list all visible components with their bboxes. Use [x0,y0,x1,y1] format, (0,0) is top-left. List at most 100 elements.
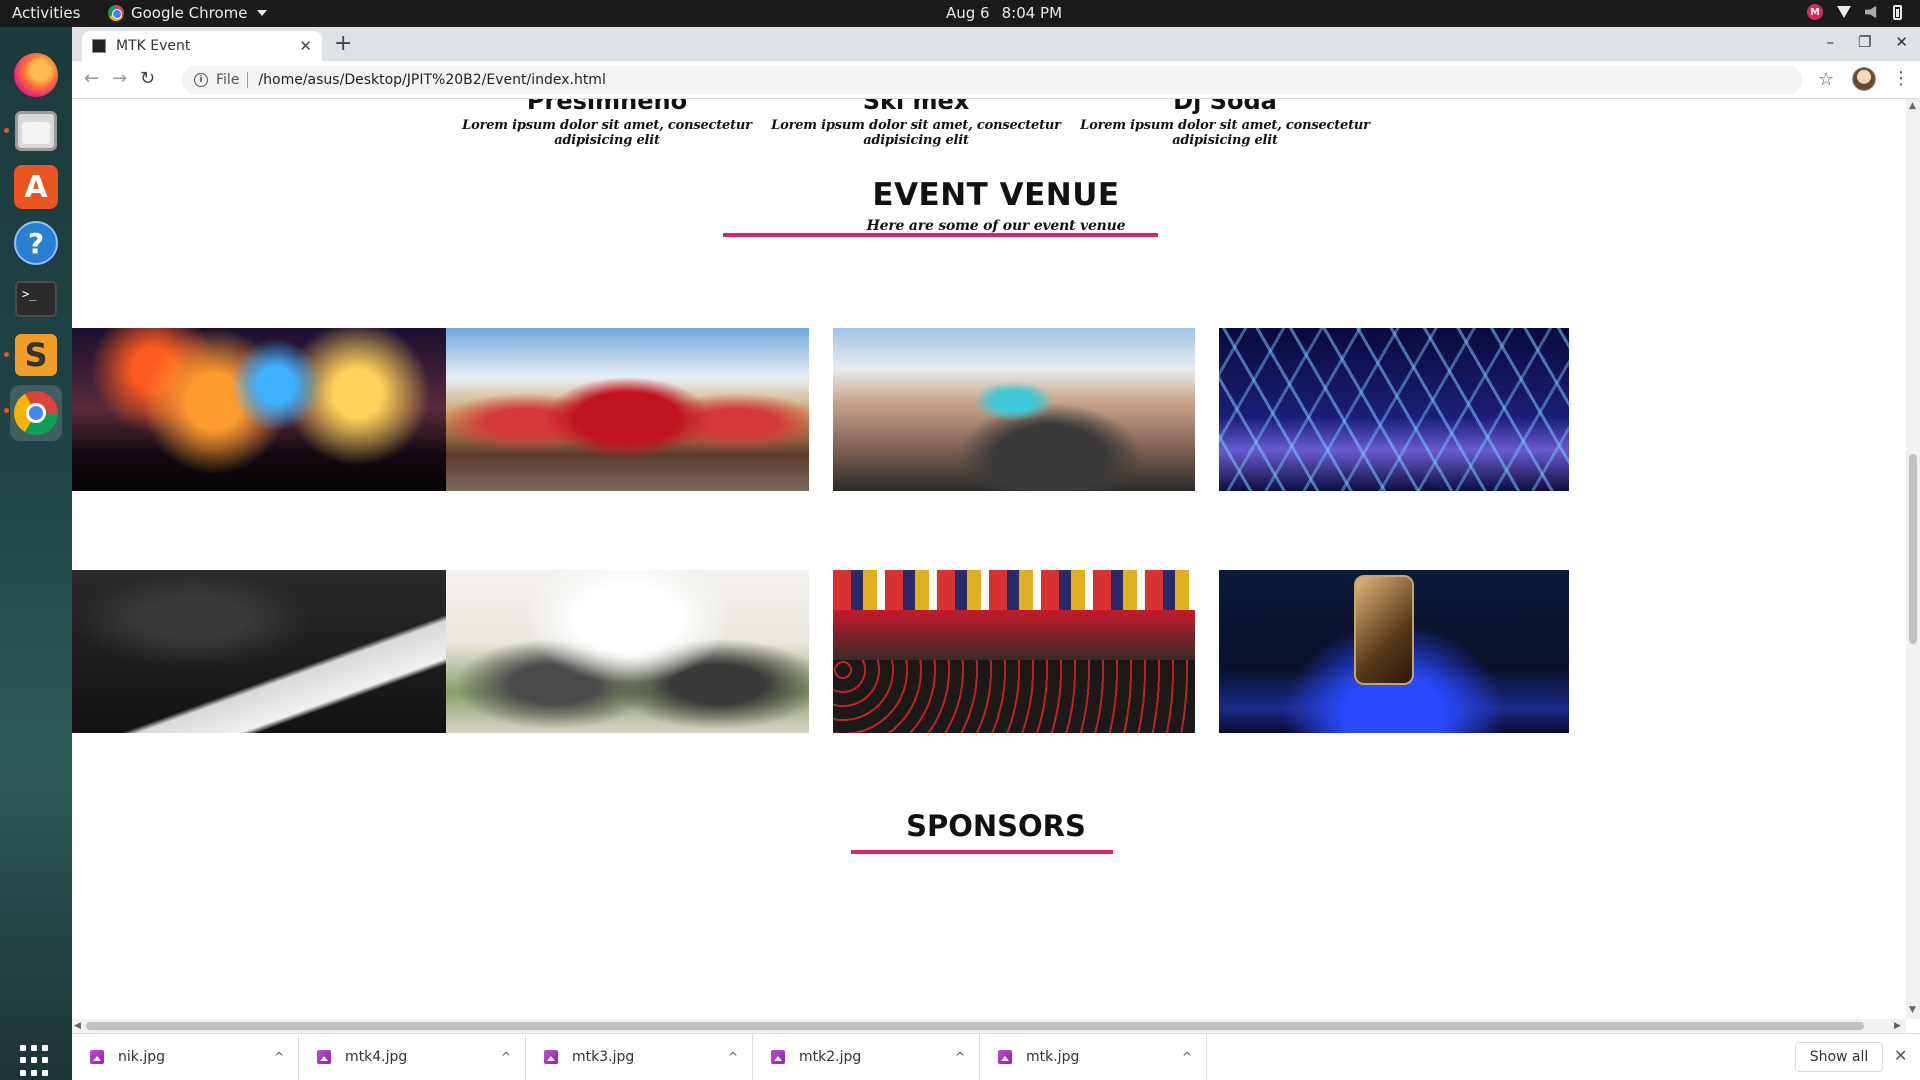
team-member-desc: Lorem ipsum dolor sit amet, consectetur … [771,118,1061,148]
chevron-up-icon[interactable]: ^ [728,1050,738,1064]
section-divider [851,850,1113,854]
system-tray[interactable]: M [1807,4,1902,20]
tab-title: MTK Event [116,38,191,54]
profile-avatar[interactable] [1852,67,1876,91]
image-file-icon [998,1050,1012,1064]
volume-icon [1865,6,1877,18]
venue-image-phone-launch[interactable] [1219,570,1569,733]
window-controls: – ❐ ✕ [1826,33,1908,51]
team-member-desc: Lorem ipsum dolor sit amet, consectetur … [462,118,752,148]
sublime-text-icon: S [15,334,57,376]
menu-kebab-icon[interactable]: ⋮ [1892,68,1910,89]
tab-strip: MTK Event ✕ + – ❐ ✕ [72,27,1920,61]
battery-icon [1893,4,1902,20]
venue-image-festival-stage[interactable] [72,328,480,491]
download-item[interactable]: mtk2.jpg ^ [753,1034,980,1080]
caret-down-icon [256,10,267,16]
dock-help[interactable]: ? [10,217,62,269]
scroll-left-icon[interactable]: ◀ [74,1021,81,1031]
image-file-icon [771,1050,785,1064]
scroll-up-icon[interactable]: ▲ [1909,101,1916,111]
venue-image-circus-tent[interactable] [446,328,809,491]
dock-terminal[interactable]: >_ [10,273,62,325]
show-applications-icon[interactable] [20,1045,52,1077]
dock-files[interactable] [4,105,62,157]
chevron-up-icon[interactable]: ^ [274,1050,284,1064]
team-member-name: Ski mex [862,99,970,115]
team-member-name: Dj Soda [1173,99,1277,115]
horizontal-scroll-thumb[interactable] [86,1022,1864,1030]
address-bar[interactable]: i File /home/asus/Desktop/JPIT%20B2/Even… [182,66,1802,94]
clock[interactable]: Aug 6 8:04 PM [946,4,1062,22]
download-filename: mtk3.jpg [572,1049,635,1065]
scroll-right-icon[interactable]: ▶ [1894,1021,1901,1031]
venue-image-cruise-ship[interactable] [833,328,1195,491]
url-text[interactable]: /home/asus/Desktop/JPIT%20B2/Event/index… [258,72,605,88]
forward-arrow-icon[interactable]: → [112,68,127,89]
app-menu-label: Google Chrome [131,4,248,22]
image-file-icon [544,1050,558,1064]
dock-sublime-text[interactable]: S [4,329,62,381]
ubuntu-software-icon: A [14,165,58,209]
chevron-up-icon[interactable]: ^ [501,1050,511,1064]
section-subtitle: Here are some of our event venue [866,218,1126,234]
venue-image-graduation[interactable] [833,570,1195,733]
divider [247,72,249,88]
reload-icon[interactable]: ↻ [140,68,155,89]
terminal-icon: >_ [15,281,57,317]
download-item[interactable]: mtk3.jpg ^ [526,1034,753,1080]
graduates-crowd [833,660,1195,733]
scroll-down-icon[interactable]: ▼ [1909,1005,1916,1015]
download-item[interactable]: mtk.jpg ^ [980,1034,1207,1080]
system-top-bar: Activities Google Chrome Aug 6 8:04 PM M [0,0,1920,27]
app-menu[interactable]: Google Chrome [108,4,267,22]
venue-image-laser-show[interactable] [1219,328,1569,491]
back-arrow-icon[interactable]: ← [84,68,99,89]
download-filename: mtk.jpg [1026,1049,1080,1065]
browser-window: MTK Event ✕ + – ❐ ✕ ← → ↻ i File /home/a… [72,27,1920,1080]
section-divider [723,233,1158,237]
downloads-shelf: nik.jpg ^ mtk4.jpg ^ mtk3.jpg ^ mtk2.jpg… [72,1033,1920,1080]
close-shelf-icon[interactable]: ✕ [1894,1046,1907,1065]
firefox-icon [14,53,58,97]
notification-badge-icon[interactable]: M [1807,4,1823,20]
bookmark-star-icon[interactable]: ☆ [1818,69,1834,90]
running-indicator [4,352,9,357]
url-scheme: File [216,72,240,88]
wifi-icon [1837,6,1851,18]
dock-ubuntu-software[interactable]: A [10,161,62,213]
team-member-name: Presimneno [526,99,688,115]
image-file-icon [317,1050,331,1064]
chevron-up-icon[interactable]: ^ [1182,1050,1192,1064]
activities-button[interactable]: Activities [12,4,80,22]
clock-date: Aug 6 [946,4,990,22]
chrome-icon [108,5,124,21]
info-icon[interactable]: i [194,73,208,87]
smartphone-shape [1354,575,1414,685]
download-item[interactable]: mtk4.jpg ^ [299,1034,526,1080]
favicon-icon [92,39,106,53]
dock-firefox[interactable] [10,49,62,101]
vertical-scrollbar[interactable]: ▲ ▼ [1906,99,1920,1019]
dock-google-chrome[interactable] [4,385,62,441]
download-filename: mtk4.jpg [345,1049,408,1065]
horizontal-scrollbar[interactable]: ◀ ▶ [72,1019,1906,1033]
tab-mtk-event[interactable]: MTK Event ✕ [82,31,322,61]
download-filename: nik.jpg [118,1049,165,1065]
venue-image-fashion-runway[interactable] [72,570,480,733]
venue-image-wedding[interactable] [446,570,809,733]
browser-toolbar: ← → ↻ i File /home/asus/Desktop/JPIT%20B… [72,61,1920,99]
vertical-scroll-thumb[interactable] [1909,454,1917,644]
close-window-button[interactable]: ✕ [1895,33,1908,51]
new-tab-button[interactable]: + [334,31,352,56]
running-indicator [4,408,9,413]
show-all-button[interactable]: Show all [1795,1042,1883,1072]
page-viewport: Presimneno Ski mex Dj Soda Lorem ipsum d… [72,99,1920,1019]
maximize-button[interactable]: ❐ [1858,33,1871,51]
tab-close-icon[interactable]: ✕ [299,37,312,55]
download-item[interactable]: nik.jpg ^ [72,1034,299,1080]
chevron-up-icon[interactable]: ^ [955,1050,965,1064]
running-indicator [4,128,9,133]
section-title-sponsors: SPONSORS [906,809,1086,843]
minimize-button[interactable]: – [1826,33,1834,51]
